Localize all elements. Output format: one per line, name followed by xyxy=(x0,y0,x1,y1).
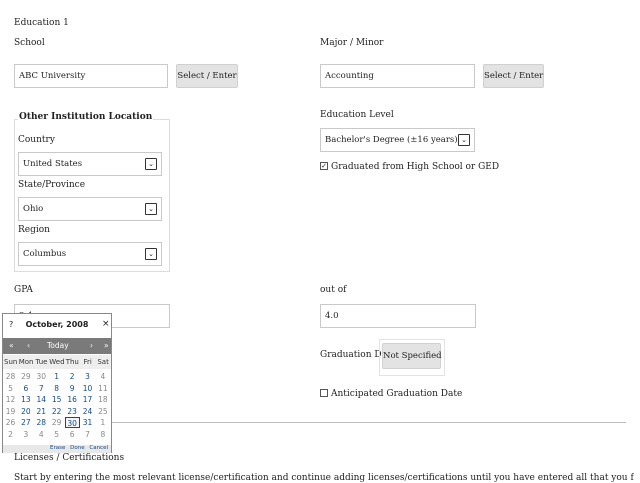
calendar-day[interactable]: 30 xyxy=(64,417,80,429)
calendar-day[interactable]: 23 xyxy=(65,406,80,417)
school-label: School xyxy=(14,38,45,48)
calendar-title: October, 2008 xyxy=(25,320,89,329)
anticipated-label: Anticipated Graduation Date xyxy=(331,389,463,399)
chevron-down-icon: ⌄ xyxy=(145,248,157,260)
anticipated-checkbox[interactable] xyxy=(320,389,328,397)
erase-button[interactable]: Erase xyxy=(50,445,65,451)
calendar-day[interactable]: 2 xyxy=(3,429,18,440)
calendar-day[interactable]: 27 xyxy=(18,417,33,428)
chevron-down-icon: ⌄ xyxy=(145,203,157,215)
calendar-day[interactable]: 29 xyxy=(49,417,64,428)
region-value: Columbus xyxy=(23,249,67,259)
prev-year-button[interactable]: « xyxy=(9,341,14,350)
calendar-day[interactable]: 2 xyxy=(65,371,80,382)
region-label: Region xyxy=(18,225,50,235)
state-value: Ohio xyxy=(23,204,44,214)
calendar-day[interactable]: 28 xyxy=(3,371,18,382)
today-button[interactable]: Today xyxy=(47,341,69,350)
calendar-day[interactable]: 8 xyxy=(49,383,64,394)
school-input[interactable]: ABC University xyxy=(14,64,168,88)
calendar-day[interactable]: 20 xyxy=(18,406,33,417)
calendar-day[interactable]: 31 xyxy=(80,417,95,428)
calendar-day[interactable]: 8 xyxy=(95,429,110,440)
weekday-label: Mon xyxy=(18,358,34,366)
licenses-title: Licenses / Certifications xyxy=(14,453,125,463)
region-select[interactable]: Columbus ⌄ xyxy=(18,242,162,266)
date-picker-popup: ? October, 2008 × « ‹ Today › » Sun Mon Tu… xyxy=(2,313,112,453)
calendar-day[interactable]: 21 xyxy=(34,406,49,417)
weekday-header: Sun Mon Tue Wed Thu Fri Sat xyxy=(3,355,111,369)
weekday-label: Sat xyxy=(97,358,109,366)
calendar-day[interactable]: 4 xyxy=(34,429,49,440)
calendar-day[interactable]: 13 xyxy=(18,394,33,405)
education-level-label: Education Level xyxy=(320,110,394,120)
close-icon[interactable]: × xyxy=(102,319,110,329)
calendar-day[interactable]: 12 xyxy=(3,394,18,405)
section-title: Education 1 xyxy=(14,18,69,28)
done-button[interactable]: Done xyxy=(70,445,84,451)
out-of-input[interactable]: 4.0 xyxy=(320,304,476,328)
state-select[interactable]: Ohio ⌄ xyxy=(18,197,162,221)
calendar-day[interactable]: 11 xyxy=(95,383,110,394)
calendar-day[interactable]: 6 xyxy=(18,383,33,394)
calendar-footer: Erase Done Cancel xyxy=(3,445,111,453)
calendar-day[interactable]: 16 xyxy=(65,394,80,405)
calendar-day[interactable]: 5 xyxy=(3,383,18,394)
calendar-day[interactable]: 1 xyxy=(49,371,64,382)
gpa-label: GPA xyxy=(14,285,33,295)
calendar-day[interactable]: 30 xyxy=(34,371,49,382)
calendar-day[interactable]: 4 xyxy=(95,371,110,382)
weekday-label: Tue xyxy=(35,358,48,366)
state-label: State/Province xyxy=(18,180,86,190)
calendar-nav: « ‹ Today › » xyxy=(3,338,111,354)
next-month-button[interactable]: › xyxy=(90,341,93,350)
major-input[interactable]: Accounting xyxy=(320,64,475,88)
graduation-date-button[interactable]: Not Specified xyxy=(382,343,442,369)
major-select-button[interactable]: Select / Enter xyxy=(483,64,544,88)
cancel-button[interactable]: Cancel xyxy=(89,445,108,451)
weekday-label: Fri xyxy=(83,358,92,366)
section-divider xyxy=(112,422,626,423)
institution-legend: Other Institution Location xyxy=(18,112,154,122)
calendar-day[interactable]: 17 xyxy=(80,394,95,405)
calendar-day[interactable]: 28 xyxy=(34,417,49,428)
calendar-day[interactable]: 7 xyxy=(34,383,49,394)
calendar-day[interactable]: 9 xyxy=(65,383,80,394)
calendar-day[interactable]: 29 xyxy=(18,371,33,382)
calendar-day[interactable]: 19 xyxy=(3,406,18,417)
chevron-down-icon: ⌄ xyxy=(458,134,470,146)
calendar-day[interactable]: 7 xyxy=(80,429,95,440)
calendar-day[interactable]: 22 xyxy=(49,406,64,417)
graduated-checkbox[interactable]: ✓ xyxy=(320,162,328,170)
out-of-label: out of xyxy=(320,285,347,295)
calendar-day[interactable]: 3 xyxy=(18,429,33,440)
school-select-button[interactable]: Select / Enter xyxy=(176,64,238,88)
country-value: United States xyxy=(23,159,83,169)
calendar-day[interactable]: 6 xyxy=(65,429,80,440)
country-select[interactable]: United States ⌄ xyxy=(18,152,162,176)
next-year-button[interactable]: » xyxy=(104,341,109,350)
calendar-day[interactable]: 18 xyxy=(95,394,110,405)
weekday-label: Wed xyxy=(49,358,65,366)
major-label: Major / Minor xyxy=(320,38,384,48)
calendar-day[interactable]: 14 xyxy=(34,394,49,405)
education-level-value: Bachelor's Degree (±16 years) xyxy=(325,135,458,145)
calendar-day[interactable]: 15 xyxy=(49,394,64,405)
education-level-select[interactable]: Bachelor's Degree (±16 years) ⌄ xyxy=(320,128,475,152)
calendar-day[interactable]: 26 xyxy=(3,417,18,428)
graduated-label: Graduated from High School or GED xyxy=(331,162,500,172)
calendar-day[interactable]: 10 xyxy=(80,383,95,394)
weekday-label: Thu xyxy=(65,358,79,366)
calendar-day[interactable]: 24 xyxy=(80,406,95,417)
chevron-down-icon: ⌄ xyxy=(145,158,157,170)
licenses-description: Start by entering the most relevant lice… xyxy=(14,473,634,483)
prev-month-button[interactable]: ‹ xyxy=(27,341,30,350)
weekday-label: Sun xyxy=(4,358,18,366)
country-label: Country xyxy=(18,135,55,145)
calendar-day[interactable]: 25 xyxy=(95,406,110,417)
calendar-day[interactable]: 5 xyxy=(49,429,64,440)
calendar-day[interactable]: 1 xyxy=(95,417,110,428)
calendar-header: ? October, 2008 × xyxy=(3,314,111,336)
calendar-day[interactable]: 3 xyxy=(80,371,95,382)
